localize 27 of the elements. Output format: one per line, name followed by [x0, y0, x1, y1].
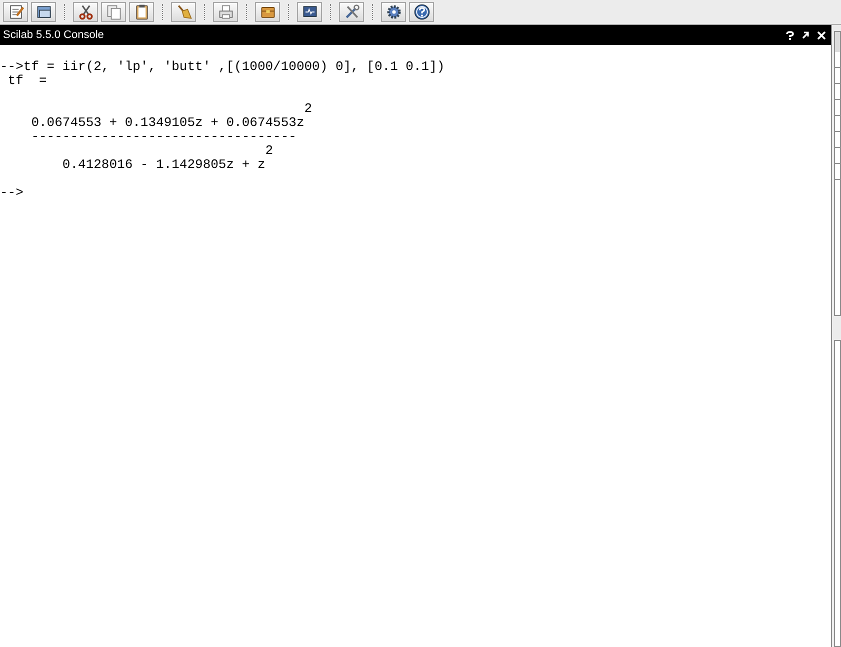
console-line: 2: [264, 143, 274, 158]
monitor-button[interactable]: [297, 2, 322, 22]
console-line: 0.0674553 + 0.1349105z + 0.0674553z: [30, 115, 304, 130]
console-line: tf =: [6, 73, 47, 88]
undock-icon[interactable]: [802, 31, 809, 39]
close-icon[interactable]: [817, 30, 826, 40]
chest-button[interactable]: [255, 2, 280, 22]
tools-button[interactable]: [339, 2, 364, 22]
notepad-button[interactable]: [3, 2, 28, 22]
gear-button[interactable]: [381, 2, 406, 22]
help-icon: [412, 3, 430, 21]
window-title: Scilab 5.5.0 Console: [3, 28, 104, 43]
console-line: -->tf = iir(2, 'lp', 'butt' ,[(1000/10000) 0], [0.1 0.1]): [0, 59, 445, 74]
help-button[interactable]: [409, 2, 434, 22]
console-line: ----------------------------------: [30, 129, 296, 144]
gear-icon: [384, 3, 402, 21]
scissors-icon: [76, 3, 94, 21]
clipboard-button[interactable]: [129, 2, 154, 22]
help-icon[interactable]: [786, 30, 794, 40]
console-line: 0.4128016 - 1.1429805z + z: [61, 157, 266, 172]
console-line: -->: [0, 185, 24, 200]
console-line: 2: [304, 101, 312, 116]
scissors-button[interactable]: [73, 2, 98, 22]
printer-button[interactable]: [213, 2, 238, 22]
copy-button[interactable]: [101, 2, 126, 22]
copy-icon: [104, 3, 122, 21]
printer-icon: [216, 3, 234, 21]
